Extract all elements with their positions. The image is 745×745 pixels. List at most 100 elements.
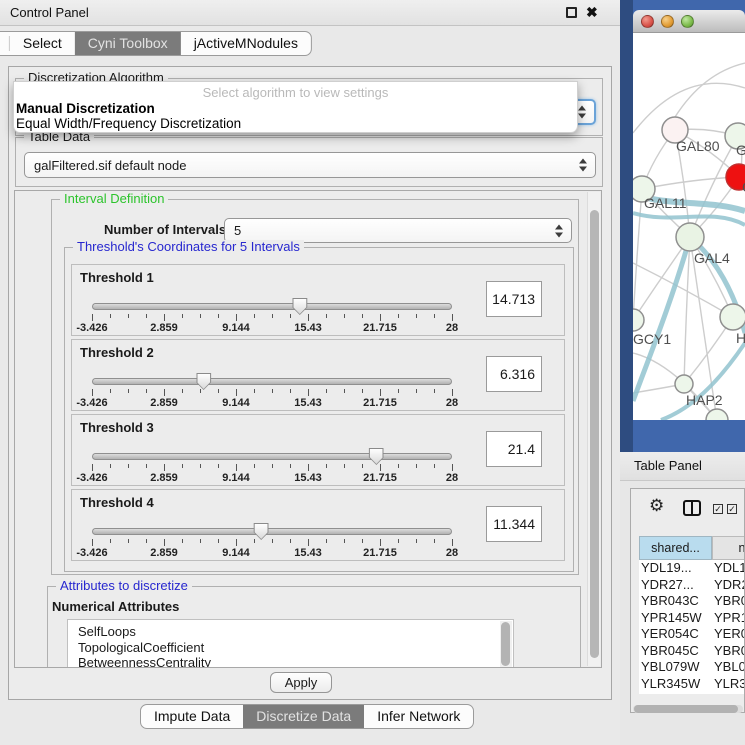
tab-jactivemnodules[interactable]: jActiveMNodules — [181, 32, 311, 55]
network-node-gal4[interactable] — [676, 223, 704, 251]
cell-name: YDR2 — [714, 577, 744, 594]
slider-thumb[interactable] — [254, 523, 269, 540]
network-graph: GAL80GCGAL11GAL4GCY1HHAP2 — [633, 33, 745, 420]
slider-track[interactable] — [92, 303, 452, 310]
tick-mark — [110, 539, 111, 543]
cell-shared-name: YBR043C — [641, 593, 711, 610]
scale-label: -3.426 — [76, 547, 107, 559]
network-node-hap2[interactable] — [675, 375, 693, 393]
tick-mark — [416, 539, 417, 543]
attribute-item[interactable]: TopologicalCoefficient — [68, 640, 513, 656]
threshold-value-field[interactable]: 21.4 — [486, 431, 542, 467]
network-edge[interactable] — [633, 189, 642, 320]
tick-mark — [236, 389, 237, 396]
tick-mark — [308, 539, 309, 546]
threshold-coordinates-title: Threshold's Coordinates for 5 Intervals — [73, 240, 304, 254]
tab-select[interactable]: Select — [10, 32, 75, 55]
tick-mark — [236, 314, 237, 321]
network-window: GAL80GCGAL11GAL4GCY1HHAP2 — [633, 10, 745, 420]
table-row[interactable]: YBL079WYBL0 — [639, 659, 744, 676]
tick-mark — [110, 464, 111, 468]
table-horizontal-scrollbar[interactable] — [633, 705, 743, 713]
tab-label: Discretize Data — [256, 705, 351, 728]
tick-mark — [92, 539, 93, 546]
checkbox-icon[interactable]: ✓ — [727, 504, 737, 514]
scale-label: 15.43 — [294, 322, 322, 334]
cell-name: YDL1 — [714, 560, 744, 577]
network-node-label: GAL11 — [644, 195, 687, 211]
slider-track[interactable] — [92, 528, 452, 535]
gear-icon[interactable]: ⚙ — [649, 498, 664, 515]
tick-mark — [362, 464, 363, 468]
network-edge[interactable] — [633, 83, 745, 133]
network-edge[interactable] — [642, 177, 739, 189]
attribute-item[interactable]: SelfLoops — [68, 624, 513, 640]
tick-mark — [398, 389, 399, 393]
network-node-h[interactable] — [720, 304, 745, 330]
list-scrollbar[interactable] — [500, 621, 512, 668]
slider-thumb[interactable] — [292, 298, 307, 315]
slider-thumb[interactable] — [196, 373, 211, 390]
network-edge[interactable] — [633, 237, 690, 320]
threshold-label: Threshold 1 — [80, 270, 154, 285]
tick-mark — [344, 314, 345, 318]
threshold-value-field[interactable]: 11.344 — [486, 506, 542, 542]
threshold-label: Threshold 4 — [80, 495, 154, 510]
columns-icon[interactable] — [683, 500, 701, 516]
tick-mark — [380, 314, 381, 321]
network-canvas[interactable]: GAL80GCGAL11GAL4GCY1HHAP2 — [633, 33, 745, 420]
slider-thumb[interactable] — [369, 448, 384, 465]
minimize-traffic-light-icon[interactable] — [661, 15, 674, 28]
table-row[interactable]: YIL052CYIL0 — [639, 692, 744, 694]
column-header-name[interactable]: n — [712, 536, 744, 560]
network-window-titlebar[interactable] — [633, 10, 745, 33]
tick-mark — [146, 539, 147, 543]
zoom-traffic-light-icon[interactable] — [681, 15, 694, 28]
slider-track[interactable] — [92, 378, 452, 385]
tab-cyni-toolbox[interactable]: Cyni Toolbox — [75, 32, 181, 55]
slider-track[interactable] — [92, 453, 452, 460]
tab-discretize-data[interactable]: Discretize Data — [243, 705, 364, 728]
table-row[interactable]: YER054CYER0 — [639, 626, 744, 643]
threshold-value-field[interactable]: 14.713 — [486, 281, 542, 317]
slider-thumb-face — [370, 449, 383, 464]
scale-label: 9.144 — [222, 472, 250, 484]
table-row[interactable]: YPR145WYPR1 — [639, 610, 744, 627]
tick-mark — [110, 389, 111, 393]
threshold-slider: -3.4262.8599.14415.4321.71528 — [92, 376, 452, 410]
float-icon[interactable] — [566, 7, 577, 18]
slider-thumb-face — [255, 524, 268, 539]
checkbox-icon[interactable]: ✓ — [713, 504, 723, 514]
scale-label: 9.144 — [222, 547, 250, 559]
column-header-shared[interactable]: shared... — [639, 536, 712, 560]
table-data-group: Table Data galFiltered.sif default node — [15, 137, 603, 187]
table-row[interactable]: YDR27...YDR2 — [639, 577, 744, 594]
settings-vertical-scrollbar[interactable] — [587, 192, 600, 666]
algorithm-placeholder-option[interactable]: Select algorithm to view settings — [14, 85, 577, 100]
tick-mark — [254, 314, 255, 318]
tab-infer-network[interactable]: Infer Network — [364, 705, 473, 728]
table-row[interactable]: YDL19...YDL1 — [639, 560, 744, 577]
table-row[interactable]: YLR345WYLR3 — [639, 676, 744, 693]
table-row[interactable]: YBR043CYBR0 — [639, 593, 744, 610]
attribute-items: SelfLoopsTopologicalCoefficientBetweenne… — [68, 620, 513, 668]
table-data-combobox[interactable]: galFiltered.sif default node — [24, 152, 596, 178]
table-row[interactable]: YBR045CYBR0 — [639, 643, 744, 660]
attribute-item[interactable]: BetweennessCentrality — [68, 655, 513, 668]
tab-style[interactable]: Style — [0, 32, 9, 55]
table-panel-area: ⚙ ✓ ✓ shared... n YDL19...YDL1YDR27...YD… — [620, 481, 745, 745]
scale-label: 15.43 — [294, 547, 322, 559]
tick-mark — [182, 314, 183, 318]
tick-mark — [182, 389, 183, 393]
close-icon[interactable]: ✖ — [586, 4, 598, 21]
algorithm-option-equal-width[interactable]: Equal Width/Frequency Discretization — [16, 116, 241, 131]
close-traffic-light-icon[interactable] — [641, 15, 654, 28]
tab-impute-data[interactable]: Impute Data — [141, 705, 243, 728]
algorithm-option-manual[interactable]: Manual Discretization — [16, 101, 155, 116]
network-node-gcy1[interactable] — [633, 309, 644, 331]
apply-button[interactable]: Apply — [270, 672, 332, 693]
cell-shared-name: YBR045C — [641, 643, 711, 660]
threshold-slider: -3.4262.8599.14415.4321.71528 — [92, 451, 452, 485]
threshold-value-field[interactable]: 6.316 — [486, 356, 542, 392]
network-edge-thick[interactable] — [661, 343, 745, 420]
